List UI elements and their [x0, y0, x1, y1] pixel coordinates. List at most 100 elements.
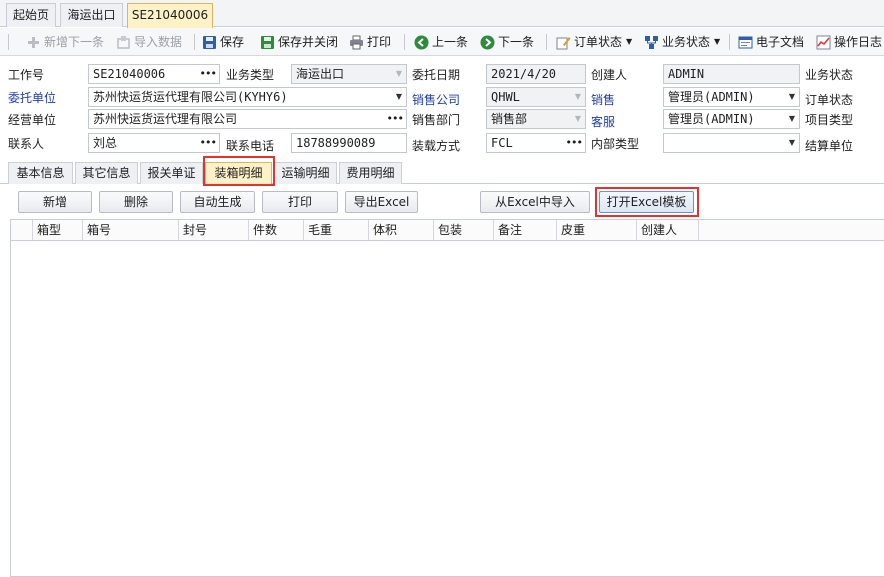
order-status-label: 订单状态: [574, 35, 623, 49]
column-header[interactable]: 毛重: [304, 220, 369, 240]
grid-print-button[interactable]: 打印: [262, 191, 338, 213]
tab-sea-export[interactable]: 海运出口: [60, 3, 123, 27]
creator-value: ADMIN: [668, 67, 705, 81]
tab-other-info[interactable]: 其它信息: [75, 162, 138, 184]
customer-service-label[interactable]: 客服: [591, 112, 615, 132]
tab-current-job[interactable]: SE21040006: [127, 3, 213, 28]
operation-log-button[interactable]: 操作日志: [816, 31, 882, 53]
document-window-icon: [738, 35, 753, 50]
import-icon: [116, 35, 131, 50]
open-excel-template-button[interactable]: 打开Excel模板: [599, 191, 694, 213]
edit-pencil-icon: [556, 35, 571, 50]
column-header[interactable]: 封号: [179, 220, 249, 240]
column-header[interactable]: 备注: [494, 220, 557, 240]
business-type-field[interactable]: 海运出口 ▼: [291, 64, 407, 84]
column-header[interactable]: 体积: [369, 220, 434, 240]
load-mode-field[interactable]: FCL •••: [486, 133, 586, 153]
sales-field[interactable]: 管理员(ADMIN) ▼: [663, 87, 800, 107]
ellipsis-icon[interactable]: •••: [566, 134, 583, 152]
export-excel-button[interactable]: 导出Excel: [345, 191, 418, 213]
column-header[interactable]: 箱号: [83, 220, 179, 240]
next-record-button[interactable]: 下一条: [480, 31, 534, 53]
save-button[interactable]: 保存: [202, 31, 244, 53]
business-status-field-label: 业务状态: [805, 68, 854, 82]
import-data-button[interactable]: 导入数据: [116, 31, 182, 53]
project-type-label: 项目类型: [805, 113, 854, 127]
creator-label: 创建人: [591, 68, 628, 82]
line-chart-icon: [816, 35, 831, 50]
tab-customs-docs[interactable]: 报关单证: [140, 162, 203, 184]
sales-label[interactable]: 销售: [591, 90, 615, 110]
tab-start-page[interactable]: 起始页: [6, 3, 56, 27]
client-field[interactable]: 苏州快运货运代理有限公司(KYHY6) ▼: [88, 87, 407, 107]
column-header[interactable]: 皮重: [557, 220, 637, 240]
business-type-value: 海运出口: [296, 67, 345, 81]
document-tab-bar: 起始页 海运出口 SE21040006: [0, 0, 884, 28]
tab-basic-info[interactable]: 基本信息: [8, 162, 73, 184]
chevron-down-icon[interactable]: ▼: [396, 88, 402, 106]
settlement-unit-label: 结算单位: [805, 139, 854, 153]
phone-value: 18788990089: [296, 136, 376, 150]
e-documents-button[interactable]: 电子文档: [738, 31, 804, 53]
ellipsis-icon[interactable]: •••: [387, 110, 404, 128]
chevron-down-icon[interactable]: ▼: [789, 110, 795, 128]
print-label: 打印: [367, 35, 392, 49]
plus-icon: [26, 35, 41, 50]
org-chart-icon: [644, 35, 659, 50]
tab-fee-details[interactable]: 费用明细: [339, 162, 402, 184]
customer-service-field[interactable]: 管理员(ADMIN) ▼: [663, 109, 800, 129]
client-value: 苏州快运货运代理有限公司(KYHY6): [93, 90, 288, 104]
chevron-down-icon[interactable]: ▼: [789, 134, 795, 152]
chevron-down-icon: ▼: [574, 114, 581, 123]
business-status-label: 业务状态: [662, 35, 711, 49]
previous-record-button[interactable]: 上一条: [414, 31, 468, 53]
job-no-label: 工作号: [8, 68, 45, 82]
e-documents-label: 电子文档: [756, 35, 805, 49]
sales-company-field[interactable]: QHWL ▼: [486, 87, 586, 107]
operating-unit-field[interactable]: 苏州快运货运代理有限公司 •••: [88, 109, 407, 129]
delete-button[interactable]: 删除: [99, 191, 173, 213]
client-label[interactable]: 委托单位: [8, 88, 56, 108]
add-button[interactable]: 新增: [18, 191, 92, 213]
column-header[interactable]: 件数: [249, 220, 304, 240]
grid-header: 箱型 箱号 封号 件数 毛重 体积 包装 备注 皮重 创建人: [11, 220, 884, 241]
toolbar-grip: [8, 34, 9, 50]
import-from-excel-button[interactable]: 从Excel中导入: [480, 191, 590, 213]
job-no-value: SE21040006: [93, 67, 166, 81]
toolbar-separator: [546, 34, 547, 50]
printer-icon: [349, 35, 364, 50]
grid-indicator-column: [11, 220, 33, 240]
job-no-field[interactable]: SE21040006 •••: [88, 64, 220, 84]
new-next-button[interactable]: 新增下一条: [26, 31, 104, 53]
print-button[interactable]: 打印: [349, 31, 391, 53]
ellipsis-icon[interactable]: •••: [200, 65, 217, 83]
phone-field[interactable]: 18788990089: [291, 133, 407, 153]
business-type-label: 业务类型: [226, 68, 275, 82]
column-header[interactable]: 创建人: [637, 220, 699, 240]
internal-type-field[interactable]: ▼: [663, 133, 800, 153]
contact-field[interactable]: 刘总 •••: [88, 133, 220, 153]
order-status-dropdown[interactable]: 订单状态 ▼: [556, 31, 632, 53]
chevron-down-icon: ▼: [395, 69, 402, 78]
entrust-date-value: 2021/4/20: [491, 67, 557, 81]
tab-packing-details[interactable]: 装箱明细: [205, 162, 272, 184]
load-mode-value: FCL: [491, 136, 513, 150]
order-status-field-label: 订单状态: [805, 93, 854, 107]
sales-value: 管理员(ADMIN): [668, 90, 755, 104]
creator-field[interactable]: ADMIN: [663, 64, 800, 84]
floppy-disk-icon: [202, 35, 217, 50]
business-status-dropdown[interactable]: 业务状态 ▼: [644, 31, 720, 53]
sales-dept-field[interactable]: 销售部 ▼: [486, 109, 586, 129]
chevron-down-icon[interactable]: ▼: [789, 88, 795, 106]
caret-down-icon: ▼: [714, 37, 721, 46]
column-header[interactable]: 包装: [434, 220, 494, 240]
contact-label: 联系人: [8, 137, 45, 151]
packing-grid[interactable]: 箱型 箱号 封号 件数 毛重 体积 包装 备注 皮重 创建人: [10, 219, 884, 577]
auto-generate-button[interactable]: 自动生成: [180, 191, 255, 213]
save-close-button[interactable]: 保存并关闭: [260, 31, 338, 53]
column-header[interactable]: 箱型: [33, 220, 83, 240]
entrust-date-field[interactable]: 2021/4/20: [486, 64, 586, 84]
ellipsis-icon[interactable]: •••: [200, 134, 217, 152]
sales-company-label[interactable]: 销售公司: [412, 90, 460, 110]
tab-transport-details[interactable]: 运输明细: [274, 162, 337, 184]
